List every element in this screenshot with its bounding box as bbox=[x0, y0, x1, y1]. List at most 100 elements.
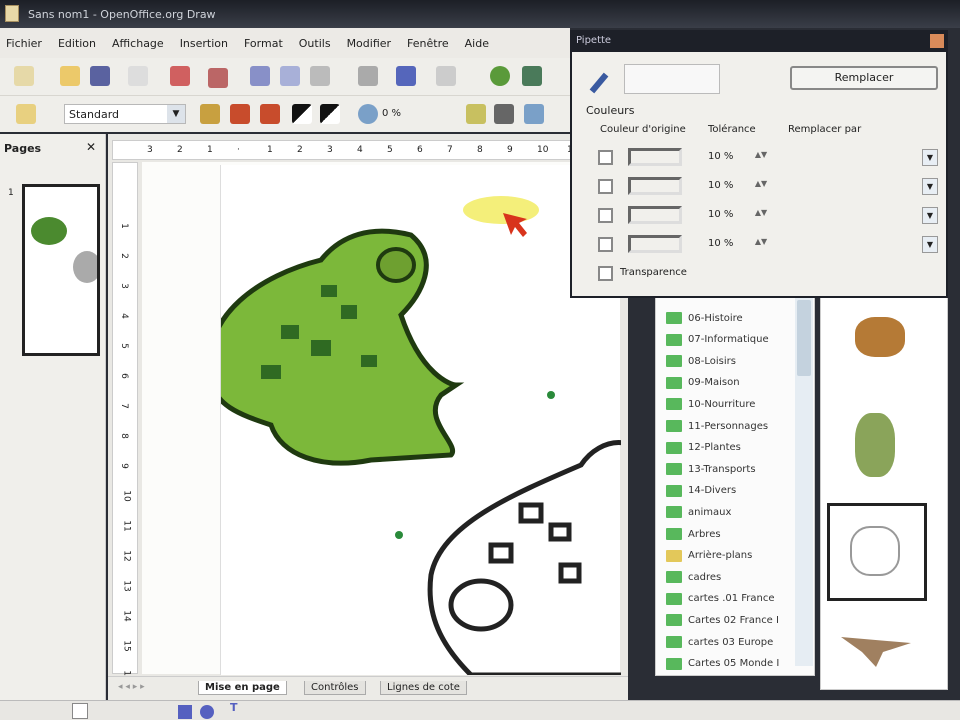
paste-icon[interactable] bbox=[310, 66, 330, 86]
gallery-theme-item[interactable]: 09-Maison bbox=[666, 374, 740, 392]
pdf-icon[interactable] bbox=[170, 66, 190, 86]
tab-controls[interactable]: Contrôles bbox=[304, 681, 366, 695]
thumb-selected-dinosaur[interactable] bbox=[827, 503, 927, 601]
thumb-pterodactyl[interactable] bbox=[841, 637, 911, 667]
replace-button[interactable]: Remplacer bbox=[790, 66, 938, 90]
pipette-icon[interactable] bbox=[589, 72, 609, 94]
rectangle-icon[interactable] bbox=[178, 705, 192, 719]
gallery-theme-item[interactable]: Cartes 02 France I bbox=[666, 611, 779, 629]
cut-icon[interactable] bbox=[250, 66, 270, 86]
ruler-tick-label: 8 bbox=[477, 145, 483, 155]
select-icon[interactable] bbox=[72, 703, 88, 719]
gallery-theme-label: Arrière-plans bbox=[688, 550, 753, 562]
color-row: 10 % ▲▼ ▼ bbox=[598, 148, 938, 168]
gallery-theme-item[interactable]: 08-Loisirs bbox=[666, 352, 736, 370]
filter-icon[interactable] bbox=[200, 104, 220, 124]
tolerance-spinner[interactable]: ▲▼ bbox=[754, 208, 768, 223]
tolerance-spinner[interactable]: ▲▼ bbox=[754, 237, 768, 252]
tab-nav-arrows[interactable]: ◂ ◂ ▸ ▸ bbox=[118, 682, 145, 692]
copy-icon[interactable] bbox=[280, 66, 300, 86]
close-icon[interactable] bbox=[930, 34, 944, 48]
color-mode-icon[interactable] bbox=[230, 104, 250, 124]
gallery-theme-item[interactable]: cadres bbox=[666, 568, 721, 586]
horizontal-ruler[interactable]: 321·1234567891011 bbox=[112, 140, 620, 160]
gallery-theme-item[interactable]: cartes .01 France bbox=[666, 590, 775, 608]
tolerance-spinner[interactable]: ▲▼ bbox=[754, 150, 768, 165]
color-row-checkbox[interactable] bbox=[598, 208, 613, 223]
thumb-dinosaur[interactable] bbox=[855, 413, 895, 477]
color-row-checkbox[interactable] bbox=[598, 179, 613, 194]
fill-icon[interactable] bbox=[494, 104, 514, 124]
menu-item[interactable]: Fichier bbox=[6, 37, 42, 58]
gallery-theme-item[interactable]: Arrière-plans bbox=[666, 547, 752, 565]
contrast-icon[interactable] bbox=[320, 104, 340, 124]
menu-item[interactable]: Insertion bbox=[180, 37, 228, 58]
gallery-theme-list[interactable]: 06-Histoire 07-Informatique 08-Loisirs 09-M… bbox=[655, 296, 815, 676]
gallery-theme-item[interactable]: Arbres bbox=[666, 525, 721, 543]
color-row-checkbox[interactable] bbox=[598, 237, 613, 252]
page-sheet[interactable] bbox=[207, 165, 644, 678]
close-icon[interactable]: ✕ bbox=[86, 140, 96, 154]
replace-color-dropdown[interactable]: ▼ bbox=[922, 236, 938, 253]
edit-file-icon[interactable] bbox=[128, 66, 148, 86]
magic-wand-icon[interactable] bbox=[16, 104, 36, 124]
frog-drawings[interactable] bbox=[207, 165, 644, 678]
menu-item[interactable]: Outils bbox=[299, 37, 331, 58]
undo-icon[interactable] bbox=[396, 66, 416, 86]
chevron-down-icon[interactable]: ▼ bbox=[167, 105, 185, 123]
graphics-mode-select[interactable]: Standard ▼ bbox=[64, 104, 186, 124]
gallery-theme-item[interactable]: 12-Plantes bbox=[666, 439, 741, 457]
gallery-theme-item[interactable]: 14-Divers bbox=[666, 482, 736, 500]
gallery-theme-item[interactable]: animaux bbox=[666, 503, 731, 521]
tolerance-value[interactable]: 10 % bbox=[708, 151, 733, 162]
tolerance-value[interactable]: 10 % bbox=[708, 238, 733, 249]
color-icon[interactable] bbox=[260, 104, 280, 124]
tolerance-value[interactable]: 10 % bbox=[708, 209, 733, 220]
menu-item[interactable]: Fenêtre bbox=[407, 37, 449, 58]
gallery-theme-item[interactable]: 07-Informatique bbox=[666, 331, 769, 349]
thumb-toad[interactable] bbox=[855, 317, 905, 357]
gallery-scrollbar[interactable] bbox=[795, 296, 813, 666]
gallery-theme-item[interactable]: cartes 03 Europe bbox=[666, 633, 773, 651]
crop-icon[interactable] bbox=[466, 104, 486, 124]
menu-item[interactable]: Aide bbox=[465, 37, 489, 58]
save-icon[interactable] bbox=[90, 66, 110, 86]
replace-color-dropdown[interactable]: ▼ bbox=[922, 149, 938, 166]
menu-item[interactable]: Modifier bbox=[347, 37, 391, 58]
gallery-theme-item[interactable]: 13-Transports bbox=[666, 460, 756, 478]
folder-icon bbox=[666, 441, 682, 454]
open-icon[interactable] bbox=[60, 66, 80, 86]
tab-layout[interactable]: Mise en page bbox=[198, 681, 287, 695]
gamma-icon[interactable] bbox=[358, 104, 378, 124]
transparency-checkbox[interactable] bbox=[598, 266, 613, 281]
page-thumbnail[interactable] bbox=[22, 184, 101, 356]
ellipse-icon[interactable] bbox=[200, 705, 214, 719]
color-row-checkbox[interactable] bbox=[598, 150, 613, 165]
gallery-theme-item[interactable]: 11-Personnages bbox=[666, 417, 768, 435]
tolerance-spinner[interactable]: ▲▼ bbox=[754, 179, 768, 194]
redo-icon[interactable] bbox=[436, 66, 456, 86]
transparency-value[interactable]: 0 % bbox=[382, 108, 401, 119]
shadow-icon[interactable] bbox=[524, 104, 544, 124]
chart-icon[interactable] bbox=[490, 66, 510, 86]
replace-color-dropdown[interactable]: ▼ bbox=[922, 207, 938, 224]
ruler-tick-label: 15 bbox=[121, 640, 132, 652]
new-icon[interactable] bbox=[14, 66, 34, 86]
gallery-theme-item[interactable]: Cartes 05 Monde I bbox=[666, 655, 779, 673]
gallery-icon[interactable] bbox=[522, 66, 542, 86]
menu-item[interactable]: Affichage bbox=[112, 37, 164, 58]
ruler-tick-label: 9 bbox=[507, 145, 513, 155]
replace-color-dropdown[interactable]: ▼ bbox=[922, 178, 938, 195]
tab-dimension-lines[interactable]: Lignes de cote bbox=[380, 681, 467, 695]
text-icon[interactable]: T bbox=[230, 701, 238, 714]
vertical-ruler[interactable]: 12345678910111213141516 bbox=[112, 162, 138, 682]
print-icon[interactable] bbox=[208, 68, 228, 88]
menu-item[interactable]: Edition bbox=[58, 37, 96, 58]
gallery-theme-item[interactable]: 10-Nourriture bbox=[666, 395, 755, 413]
ruler-tick-label: 6 bbox=[417, 145, 423, 155]
clone-format-icon[interactable] bbox=[358, 66, 378, 86]
tolerance-value[interactable]: 10 % bbox=[708, 180, 733, 191]
menu-item[interactable]: Format bbox=[244, 37, 283, 58]
brightness-icon[interactable] bbox=[292, 104, 312, 124]
gallery-theme-item[interactable]: 06-Histoire bbox=[666, 309, 743, 327]
